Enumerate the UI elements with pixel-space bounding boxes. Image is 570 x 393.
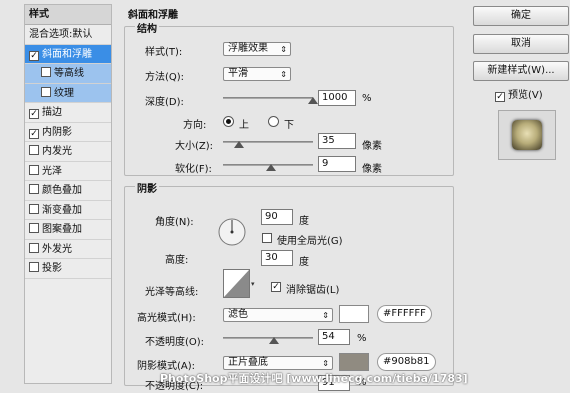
- shading-title: 阴影: [135, 180, 159, 195]
- inner-shadow-item[interactable]: ✓ 内阴影: [25, 123, 111, 142]
- preview-swatch: [512, 120, 542, 150]
- ok-button[interactable]: 确定: [473, 6, 569, 26]
- new-style-button[interactable]: 新建样式(W)...: [473, 61, 569, 81]
- bevel-emboss-checkbox[interactable]: ✓: [29, 50, 39, 61]
- watermark: PhotoShop平面设计吧 [www.linecg.com/tieba/178…: [160, 372, 468, 385]
- depth-slider-thumb[interactable]: [308, 97, 318, 104]
- pattern-overlay-checkbox[interactable]: [29, 223, 39, 233]
- depth-slider-track[interactable]: [223, 97, 313, 99]
- gradient-overlay-item[interactable]: 渐变叠加: [25, 201, 111, 220]
- depth-input[interactable]: 1000: [318, 90, 356, 106]
- highlight-color-swatch[interactable]: [339, 305, 369, 323]
- select-arrow-icon: ⇕: [280, 70, 287, 79]
- drop-shadow-checkbox[interactable]: [29, 262, 39, 272]
- gloss-contour-picker[interactable]: ▾: [223, 269, 257, 299]
- texture-item[interactable]: 纹理: [25, 83, 111, 103]
- preview-checkbox[interactable]: ✓: [495, 92, 505, 102]
- bevel-emboss-panel: 斜面和浮雕 结构 样式(T): 浮雕效果 ⇕ 方法(Q): 平滑 ⇕ 深度(D): …: [118, 4, 458, 392]
- highlight-mode-select[interactable]: 滤色 ⇕: [223, 308, 333, 322]
- blend-options-item[interactable]: 混合选项:默认: [25, 25, 111, 45]
- angle-unit: 度: [299, 216, 309, 227]
- direction-up-radio[interactable]: [223, 116, 234, 127]
- depth-unit: %: [362, 93, 372, 104]
- preview-toggle[interactable]: ✓ 预览(V): [495, 86, 543, 102]
- gradient-overlay-checkbox[interactable]: [29, 203, 39, 214]
- technique-select[interactable]: 平滑 ⇕: [223, 67, 291, 81]
- satin-checkbox[interactable]: [29, 164, 39, 175]
- select-arrow-icon: ⇕: [280, 45, 287, 54]
- bevel-emboss-item[interactable]: ✓ 斜面和浮雕: [25, 44, 111, 64]
- inner-shadow-checkbox[interactable]: ✓: [29, 128, 39, 139]
- styles-list: 样式 混合选项:默认 ✓ 斜面和浮雕 等高线 纹理 ✓ 描边 ✓ 内阴影 内发光 光泽…: [24, 4, 112, 384]
- select-arrow-icon: ⇕: [322, 359, 329, 368]
- preview-thumbnail: [498, 110, 556, 160]
- shadow-hex-label: #908b81: [377, 353, 436, 371]
- preview-label: 预览(V): [508, 90, 543, 101]
- inner-glow-checkbox[interactable]: [29, 145, 39, 155]
- color-overlay-item[interactable]: 颜色叠加: [25, 181, 111, 201]
- select-arrow-icon: ⇕: [322, 311, 329, 320]
- layer-style-dialog: 样式 混合选项:默认 ✓ 斜面和浮雕 等高线 纹理 ✓ 描边 ✓ 内阴影 内发光 光泽…: [0, 0, 570, 393]
- soften-unit: 像素: [362, 164, 382, 175]
- structure-group: 结构 样式(T): 浮雕效果 ⇕ 方法(Q): 平滑 ⇕ 深度(D): 1000 %…: [124, 20, 454, 176]
- pattern-overlay-item[interactable]: 图案叠加: [25, 220, 111, 240]
- altitude-unit: 度: [299, 257, 309, 268]
- highlight-opacity-unit: %: [357, 333, 367, 344]
- size-label: 大小(Z):: [175, 141, 214, 152]
- styles-header: 样式: [25, 5, 111, 25]
- angle-label: 角度(N):: [155, 217, 194, 228]
- inner-glow-item[interactable]: 内发光: [25, 142, 111, 162]
- highlight-opacity-thumb[interactable]: [269, 337, 279, 344]
- color-overlay-checkbox[interactable]: [29, 184, 39, 194]
- gloss-contour-label: 光泽等高线:: [145, 287, 199, 298]
- style-select[interactable]: 浮雕效果 ⇕: [223, 42, 291, 56]
- direction-down-label: 下: [284, 120, 294, 131]
- size-unit: 像素: [362, 141, 382, 152]
- shadow-color-swatch[interactable]: [339, 353, 369, 371]
- size-input[interactable]: 35: [318, 133, 356, 149]
- panel-title: 斜面和浮雕: [128, 10, 178, 21]
- depth-label: 深度(D):: [145, 97, 184, 108]
- size-slider-thumb[interactable]: [234, 141, 244, 148]
- direction-up-label: 上: [239, 120, 249, 131]
- highlight-hex-label: #FFFFFF: [377, 305, 432, 323]
- outer-glow-item[interactable]: 外发光: [25, 240, 111, 259]
- soften-input[interactable]: 9: [318, 156, 356, 172]
- shading-group: 阴影 角度(N): 90 度 使用全局光(G) 高度: 30 度 光泽等高线: …: [124, 180, 454, 392]
- soften-label: 软化(F):: [175, 164, 212, 175]
- direction-label: 方向:: [183, 120, 207, 131]
- highlight-mode-label: 高光模式(H):: [137, 313, 196, 324]
- svg-text:▾: ▾: [251, 280, 255, 288]
- direction-down-radio[interactable]: [268, 116, 279, 127]
- highlight-opacity-track[interactable]: [223, 337, 313, 339]
- shadow-mode-select[interactable]: 正片叠底 ⇕: [223, 356, 333, 370]
- cancel-button[interactable]: 取消: [473, 34, 569, 54]
- technique-label: 方法(Q):: [145, 72, 185, 83]
- style-label: 样式(T):: [145, 47, 183, 58]
- global-light-label: 使用全局光(G): [277, 236, 343, 247]
- satin-item[interactable]: 光泽: [25, 162, 111, 181]
- outer-glow-checkbox[interactable]: [29, 242, 39, 253]
- contour-checkbox[interactable]: [41, 67, 51, 77]
- global-light-checkbox[interactable]: [262, 233, 272, 243]
- texture-checkbox[interactable]: [41, 86, 51, 97]
- angle-input[interactable]: 90: [261, 209, 293, 225]
- highlight-opacity-label: 不透明度(O):: [145, 337, 205, 348]
- antialias-checkbox[interactable]: ✓: [271, 282, 281, 292]
- stroke-item[interactable]: ✓ 描边: [25, 103, 111, 123]
- stroke-checkbox[interactable]: ✓: [29, 109, 39, 119]
- altitude-label: 高度:: [165, 255, 189, 266]
- contour-item[interactable]: 等高线: [25, 64, 111, 84]
- antialias-label: 消除锯齿(L): [286, 285, 340, 296]
- altitude-input[interactable]: 30: [261, 250, 293, 266]
- soften-slider-thumb[interactable]: [266, 164, 276, 171]
- highlight-opacity-input[interactable]: 54: [318, 329, 350, 345]
- angle-dial[interactable]: [217, 217, 247, 247]
- drop-shadow-item[interactable]: 投影: [25, 259, 111, 279]
- structure-title: 结构: [135, 20, 159, 35]
